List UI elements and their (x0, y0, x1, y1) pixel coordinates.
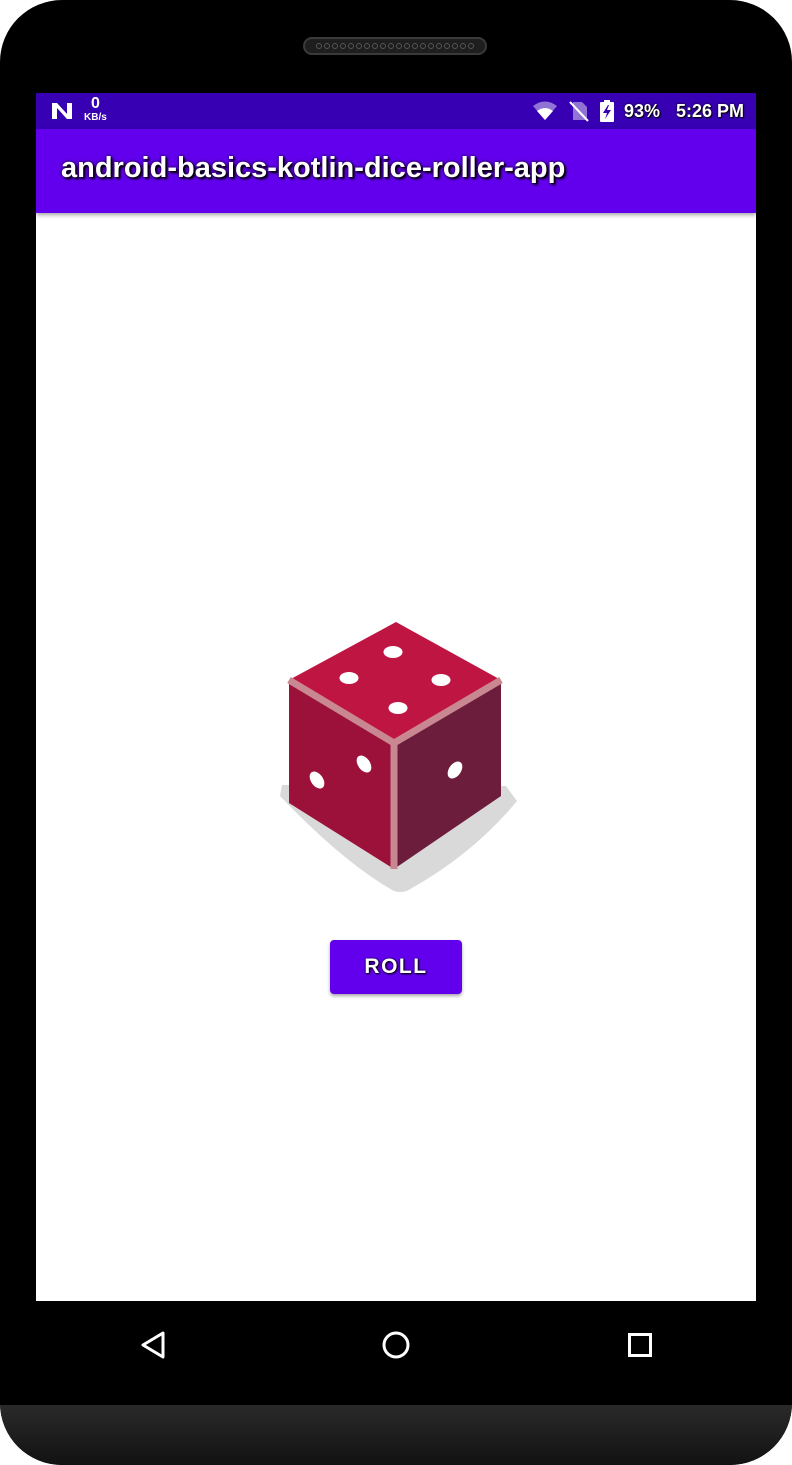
dice-image (280, 622, 517, 892)
network-speed-unit: KB/s (84, 112, 107, 123)
status-icons: 93% 5:26 PM (532, 93, 744, 129)
battery-percent: 93% (623, 100, 660, 121)
wifi-icon (532, 101, 557, 120)
home-icon (382, 1331, 410, 1359)
network-speed-value: 0 (90, 95, 100, 112)
navigation-bar (0, 1301, 792, 1405)
no-sim-icon (569, 101, 589, 122)
n-notification-icon (52, 103, 72, 119)
app-title: android-basics-kotlin-dice-roller-app (61, 152, 566, 184)
back-button[interactable] (125, 1317, 181, 1373)
network-speed: 0 KB/s (84, 96, 107, 123)
dice-pip (388, 702, 408, 714)
phone-chin (0, 1405, 792, 1465)
roll-button[interactable]: ROLL (330, 940, 462, 994)
status-time: 5:26 PM (675, 100, 744, 121)
dice-pip (383, 646, 403, 658)
recents-button[interactable] (612, 1317, 668, 1373)
dice-pip (339, 672, 359, 684)
phone-frame: 0 KB/s 93% 5:26 PM android-basics-kotlin… (0, 0, 792, 1465)
earpiece-speaker (303, 37, 487, 55)
status-bar: 0 KB/s 93% 5:26 PM (36, 93, 756, 129)
app-bar: android-basics-kotlin-dice-roller-app (36, 129, 756, 213)
battery-charging-icon (599, 100, 614, 122)
recents-icon (628, 1333, 652, 1357)
home-button[interactable] (368, 1317, 424, 1373)
dice-pip (431, 674, 451, 686)
back-icon (141, 1331, 165, 1359)
screen: 0 KB/s 93% 5:26 PM android-basics-kotlin… (36, 93, 756, 1301)
